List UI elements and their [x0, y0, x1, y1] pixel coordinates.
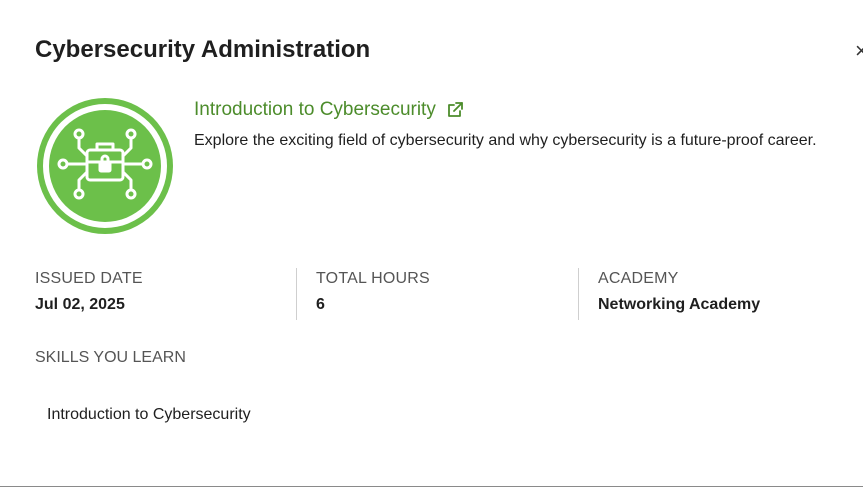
skill-item: Introduction to Cybersecurity [47, 406, 251, 423]
academy-value: Networking Academy [598, 296, 761, 313]
stat-divider [578, 268, 579, 320]
course-link-label: Introduction to Cybersecurity [194, 99, 436, 120]
academy-stat: ACADEMY Networking Academy [598, 270, 760, 322]
academy-label: ACADEMY [598, 270, 679, 287]
close-icon: × [855, 40, 863, 63]
skills-heading: SKILLS YOU LEARN [35, 349, 186, 366]
course-description: Explore the exciting field of cybersecur… [194, 132, 817, 149]
stat-divider [296, 268, 297, 320]
total-hours-label: TOTAL HOURS [316, 270, 430, 287]
issued-date-value: Jul 02, 2025 [35, 296, 125, 313]
cybersecurity-badge-icon [37, 98, 173, 234]
page-title: Cybersecurity Administration [35, 36, 371, 63]
credential-panel: Cybersecurity Administration × Introduct… [0, 0, 863, 487]
total-hours-value: 6 [316, 296, 325, 313]
issued-date-label: ISSUED DATE [35, 270, 143, 287]
external-link-icon [447, 102, 463, 117]
total-hours-stat: TOTAL HOURS 6 [316, 270, 430, 322]
close-button[interactable]: × [855, 40, 863, 64]
issued-date-stat: ISSUED DATE Jul 02, 2025 [35, 270, 143, 322]
course-link[interactable]: Introduction to Cybersecurity [194, 99, 464, 121]
